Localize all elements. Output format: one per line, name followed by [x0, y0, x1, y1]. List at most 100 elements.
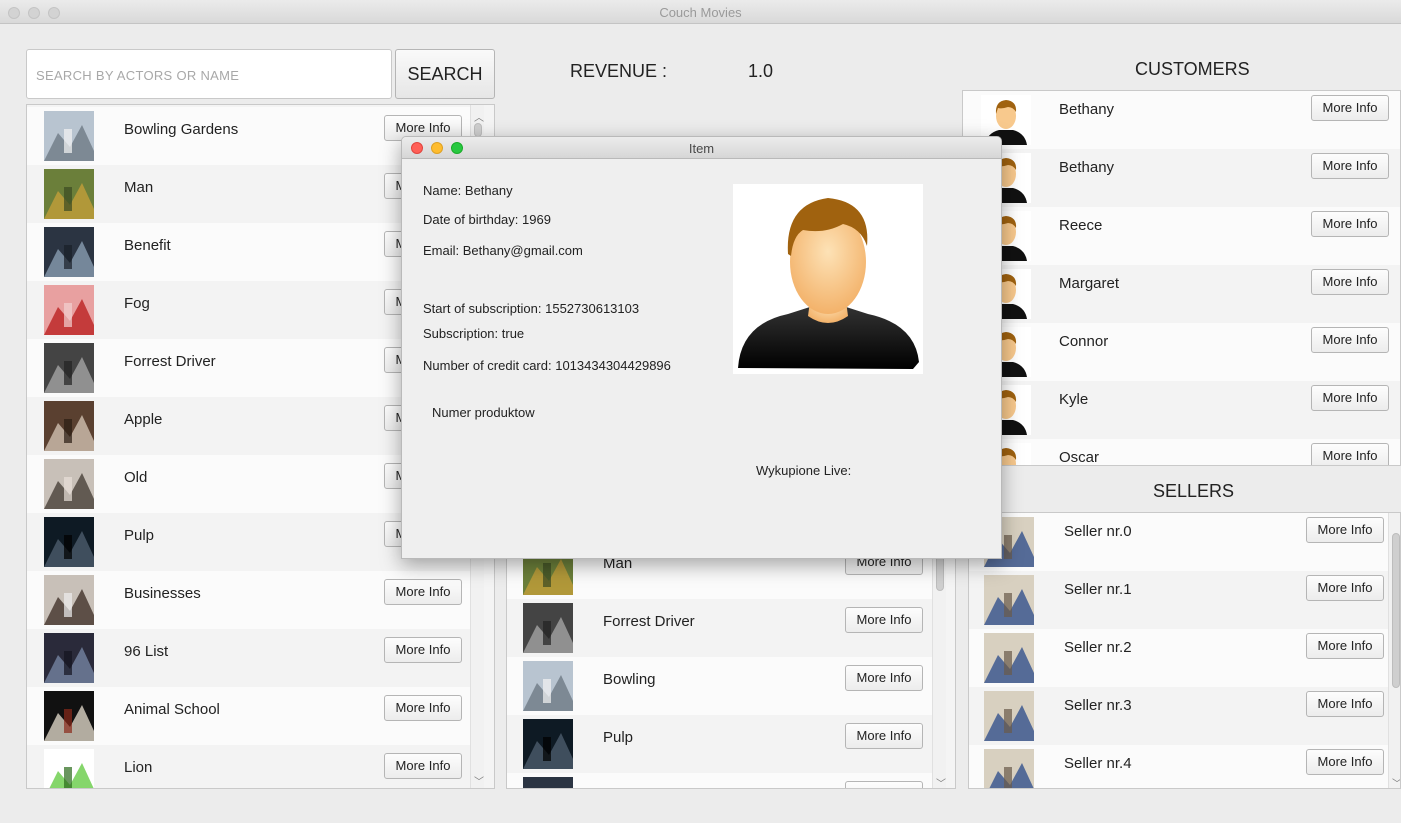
- street-thumb: [44, 575, 94, 625]
- middle-list-row[interactable]: Forrest Driver More Info: [507, 599, 932, 657]
- stage-thumb-image: [44, 691, 94, 741]
- more-info-button[interactable]: More Info: [384, 695, 462, 721]
- revenue-label: REVENUE :: [570, 61, 668, 81]
- search-placeholder: SEARCH BY ACTORS OR NAME: [36, 68, 240, 83]
- customer-name: Name: Bethany: [423, 183, 513, 198]
- sellers-list[interactable]: Seller nr.0 More Info Seller nr.1 More Info…: [968, 512, 1401, 789]
- sellers-scroll-thumb[interactable]: [1392, 533, 1400, 688]
- search-input[interactable]: SEARCH BY ACTORS OR NAME: [26, 49, 392, 99]
- live-label: Wykupione Live:: [756, 463, 852, 478]
- more-info-button[interactable]: More Info: [384, 753, 462, 779]
- seller-thumb: [984, 575, 1034, 625]
- scroll-down-icon[interactable]: ﹀: [474, 773, 484, 788]
- movie-title: 96 List: [124, 643, 169, 660]
- customer-row[interactable]: Kyle More Info: [963, 381, 1400, 439]
- movie-title: Bowling Gardens: [124, 121, 239, 138]
- customer-row[interactable]: Bethany More Info: [963, 91, 1400, 149]
- night-thumb-image: [44, 517, 94, 567]
- middle-list-row[interactable]: Bowling More Info: [507, 657, 932, 715]
- movie-title: Pulp: [603, 729, 634, 746]
- dark-figure-thumb-image: [523, 603, 573, 653]
- more-info-button[interactable]: More Info: [1311, 327, 1389, 353]
- customer-row[interactable]: Margaret More Info: [963, 265, 1400, 323]
- customer-name: Margaret: [1059, 275, 1120, 292]
- more-info-button[interactable]: More Info: [1306, 691, 1384, 717]
- night-thumb-image: [523, 719, 573, 769]
- forest-thumb: [44, 169, 94, 219]
- seller-thumb: [984, 749, 1034, 788]
- more-info-button[interactable]: More Info: [1311, 153, 1389, 179]
- more-info-button[interactable]: More Info: [1311, 95, 1389, 121]
- middle-list-row[interactable]: Benefit More Info: [507, 773, 932, 788]
- night-thumb: [44, 517, 94, 567]
- scroll-up-icon[interactable]: ︿: [474, 109, 484, 124]
- sellers-scrollbar[interactable]: ﹀: [1388, 513, 1400, 788]
- room-thumb-image: [44, 459, 94, 509]
- dark-figure-thumb: [523, 603, 573, 653]
- middle-list[interactable]: Man More Info Forrest Driver More Info Bowli…: [506, 520, 956, 789]
- customers-list[interactable]: Bethany More Info Bethany More Info Reece Mor…: [962, 90, 1401, 466]
- customer-row[interactable]: Oscar More Info: [963, 439, 1400, 466]
- more-info-button[interactable]: More Info: [1306, 517, 1384, 543]
- crowd-thumb-image: [44, 401, 94, 451]
- dialog-title: Item: [688, 141, 715, 156]
- scroll-down-icon[interactable]: ﹀: [1392, 775, 1400, 788]
- movies-scroll-thumb[interactable]: [474, 123, 482, 137]
- seller-row[interactable]: Seller nr.4 More Info: [969, 745, 1388, 788]
- movie-row[interactable]: 96 List More Info: [27, 629, 470, 687]
- more-info-button[interactable]: More Info: [1311, 211, 1389, 237]
- seller-row[interactable]: Seller nr.1 More Info: [969, 571, 1388, 629]
- more-info-button[interactable]: More Info: [1306, 633, 1384, 659]
- seller-thumb-image: [984, 633, 1034, 683]
- customer-row[interactable]: Reece More Info: [963, 207, 1400, 265]
- app-window: Couch Movies SEARCH BY ACTORS OR NAME SE…: [0, 0, 1401, 823]
- seller-row[interactable]: Seller nr.0 More Info: [969, 513, 1388, 571]
- movie-title: Pulp: [124, 527, 155, 544]
- street-thumb-image: [44, 575, 94, 625]
- more-info-button[interactable]: More Info: [1306, 749, 1384, 775]
- more-info-button[interactable]: More Info: [845, 723, 923, 749]
- movie-row[interactable]: Animal School More Info: [27, 687, 470, 745]
- mountain-thumb: [523, 661, 573, 711]
- movie-row[interactable]: Lion More Info: [27, 745, 470, 788]
- more-info-button[interactable]: More Info: [384, 579, 462, 605]
- seller-row[interactable]: Seller nr.3 More Info: [969, 687, 1388, 745]
- scroll-down-icon[interactable]: ﹀: [936, 775, 946, 788]
- middle-scrollbar[interactable]: ﹀: [932, 521, 946, 788]
- seller-name: Seller nr.0: [1064, 523, 1132, 540]
- person-avatar-icon: [738, 198, 919, 369]
- seller-name: Seller nr.4: [1064, 755, 1132, 772]
- customer-name: Oscar: [1059, 449, 1100, 466]
- movie-title: Lion: [124, 759, 153, 776]
- movie-title: Forrest Driver: [603, 613, 695, 630]
- customer-row[interactable]: Bethany More Info: [963, 149, 1400, 207]
- night-thumb: [523, 719, 573, 769]
- seller-name: Seller nr.1: [1064, 581, 1132, 598]
- more-info-button[interactable]: More Info: [1311, 385, 1389, 411]
- products-label: Numer produktow: [432, 405, 535, 420]
- search-button[interactable]: SEARCH: [395, 49, 495, 99]
- more-info-button[interactable]: More Info: [845, 607, 923, 633]
- trees-thumb: [44, 227, 94, 277]
- more-info-button[interactable]: More Info: [384, 637, 462, 663]
- more-info-button[interactable]: More Info: [1311, 443, 1389, 465]
- corridor-thumb: [44, 633, 94, 683]
- more-info-button[interactable]: More Info: [1311, 269, 1389, 295]
- seller-thumb-image: [984, 575, 1034, 625]
- dino-thumb: [44, 749, 94, 788]
- customer-name: Bethany: [1059, 101, 1115, 118]
- dialog-titlebar: Item: [402, 137, 1001, 159]
- more-info-button[interactable]: More Info: [845, 781, 923, 788]
- customer-row[interactable]: Connor More Info: [963, 323, 1400, 381]
- dino-thumb-image: [44, 749, 94, 788]
- corridor-thumb-image: [44, 633, 94, 683]
- more-info-button[interactable]: More Info: [845, 665, 923, 691]
- mountain-thumb-image: [44, 111, 94, 161]
- dark-figure-thumb-image: [44, 343, 94, 393]
- more-info-button[interactable]: More Info: [1306, 575, 1384, 601]
- customers-heading: CUSTOMERS: [1135, 59, 1250, 79]
- middle-list-row[interactable]: Pulp More Info: [507, 715, 932, 773]
- seller-row[interactable]: Seller nr.2 More Info: [969, 629, 1388, 687]
- movie-title: Bowling: [603, 671, 656, 688]
- movie-row[interactable]: Businesses More Info: [27, 571, 470, 629]
